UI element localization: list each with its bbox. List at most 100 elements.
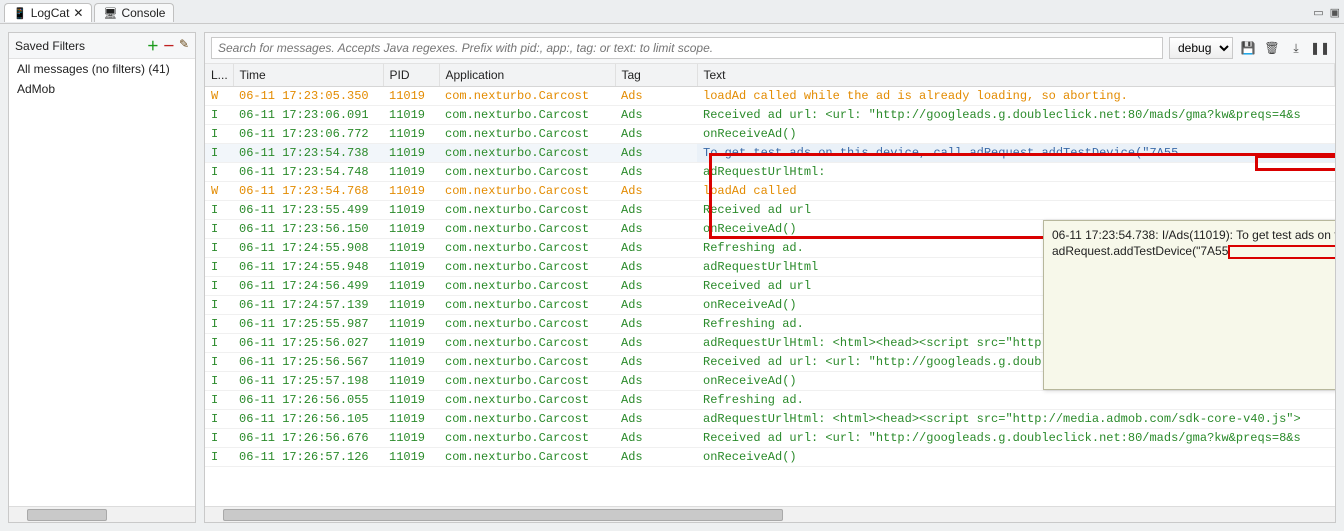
cell-pid: 11019 <box>383 315 439 334</box>
cell-time: 06-11 17:23:06.091 <box>233 106 383 125</box>
table-row[interactable]: I06-11 17:23:54.74811019com.nexturbo.Car… <box>205 163 1335 182</box>
cell-tag: Ads <box>615 201 697 220</box>
cell-pid: 11019 <box>383 87 439 106</box>
cell-pid: 11019 <box>383 391 439 410</box>
cell-pid: 11019 <box>383 258 439 277</box>
cell-l: I <box>205 372 233 391</box>
cell-time: 06-11 17:24:55.908 <box>233 239 383 258</box>
cell-l: I <box>205 410 233 429</box>
tab-logcat[interactable]: 📱 LogCat ✕ <box>4 3 92 22</box>
edit-filter-icon[interactable]: ✎ <box>179 37 189 54</box>
tab-console[interactable]: 🖥 Console <box>94 3 174 22</box>
cell-time: 06-11 17:26:56.676 <box>233 429 383 448</box>
cell-time: 06-11 17:25:55.987 <box>233 315 383 334</box>
clear-log-icon[interactable]: 🗑 <box>1263 39 1281 57</box>
table-row[interactable]: I06-11 17:26:56.05511019com.nexturbo.Car… <box>205 391 1335 410</box>
table-row[interactable]: I06-11 17:23:54.73811019com.nexturbo.Car… <box>205 144 1335 163</box>
saved-filters-title: Saved Filters <box>15 39 85 53</box>
level-select[interactable]: debug <box>1169 37 1233 59</box>
table-row[interactable]: I06-11 17:26:56.10511019com.nexturbo.Car… <box>205 410 1335 429</box>
cell-pid: 11019 <box>383 239 439 258</box>
filter-item-admob[interactable]: AdMob <box>9 79 195 99</box>
table-row[interactable]: W06-11 17:23:54.76811019com.nexturbo.Car… <box>205 182 1335 201</box>
cell-pid: 11019 <box>383 448 439 467</box>
cell-time: 06-11 17:24:56.499 <box>233 277 383 296</box>
cell-time: 06-11 17:23:06.772 <box>233 125 383 144</box>
pause-icon[interactable]: ❚❚ <box>1311 39 1329 57</box>
log-tooltip: 06-11 17:23:54.738: I/Ads(11019): To get… <box>1043 220 1335 390</box>
cell-pid: 11019 <box>383 296 439 315</box>
maximize-icon[interactable]: ▣ <box>1330 6 1340 19</box>
filters-hscroll[interactable] <box>9 506 195 522</box>
cell-app: com.nexturbo.Carcost <box>439 163 615 182</box>
scrollbar-thumb[interactable] <box>223 509 783 521</box>
cell-time: 06-11 17:23:54.768 <box>233 182 383 201</box>
cell-l: I <box>205 296 233 315</box>
col-header-level[interactable]: L... <box>205 64 233 87</box>
search-input[interactable] <box>211 37 1163 59</box>
cell-text: adRequestUrlHtml: <html><head><script sr… <box>697 410 1335 429</box>
cell-app: com.nexturbo.Carcost <box>439 87 615 106</box>
cell-l: I <box>205 220 233 239</box>
cell-tag: Ads <box>615 182 697 201</box>
close-icon[interactable]: ✕ <box>73 6 83 20</box>
remove-filter-icon[interactable]: － <box>163 37 175 54</box>
cell-pid: 11019 <box>383 220 439 239</box>
table-row[interactable]: I06-11 17:23:06.09111019com.nexturbo.Car… <box>205 106 1335 125</box>
col-header-text[interactable]: Text <box>697 64 1335 87</box>
cell-l: I <box>205 239 233 258</box>
tooltip-redaction <box>1228 245 1335 259</box>
cell-text: Refreshing ad. <box>697 391 1335 410</box>
col-header-time[interactable]: Time <box>233 64 383 87</box>
minimize-icon[interactable]: ▭ <box>1313 6 1323 19</box>
cell-tag: Ads <box>615 258 697 277</box>
log-hscroll[interactable] <box>205 506 1335 522</box>
cell-pid: 11019 <box>383 429 439 448</box>
cell-time: 06-11 17:23:05.350 <box>233 87 383 106</box>
cell-time: 06-11 17:24:57.139 <box>233 296 383 315</box>
cell-l: I <box>205 353 233 372</box>
cell-tag: Ads <box>615 410 697 429</box>
device-icon: 📱 <box>13 7 27 20</box>
scroll-lock-icon[interactable]: ⤓ <box>1287 39 1305 57</box>
cell-app: com.nexturbo.Carcost <box>439 220 615 239</box>
cell-l: I <box>205 277 233 296</box>
add-filter-icon[interactable]: ＋ <box>147 37 159 54</box>
cell-app: com.nexturbo.Carcost <box>439 372 615 391</box>
cell-pid: 11019 <box>383 182 439 201</box>
cell-l: I <box>205 201 233 220</box>
cell-text: loadAd called <box>697 182 1335 201</box>
saved-filters-header: Saved Filters ＋ － ✎ <box>9 33 195 59</box>
table-row[interactable]: I06-11 17:23:55.49911019com.nexturbo.Car… <box>205 201 1335 220</box>
cell-app: com.nexturbo.Carcost <box>439 144 615 163</box>
table-header-row: L... Time PID Application Tag Text <box>205 64 1335 87</box>
cell-pid: 11019 <box>383 106 439 125</box>
table-row[interactable]: W06-11 17:23:05.35011019com.nexturbo.Car… <box>205 87 1335 106</box>
cell-text: onReceiveAd() <box>697 125 1335 144</box>
save-log-icon[interactable]: 💾 <box>1239 39 1257 57</box>
scrollbar-thumb[interactable] <box>27 509 107 521</box>
cell-l: I <box>205 163 233 182</box>
cell-tag: Ads <box>615 239 697 258</box>
cell-tag: Ads <box>615 277 697 296</box>
table-row[interactable]: I06-11 17:26:56.67611019com.nexturbo.Car… <box>205 429 1335 448</box>
cell-pid: 11019 <box>383 334 439 353</box>
cell-text: Received ad url <box>697 201 1335 220</box>
tab-bar: 📱 LogCat ✕ 🖥 Console ▭ ▣ <box>0 0 1344 24</box>
cell-l: I <box>205 144 233 163</box>
cell-time: 06-11 17:23:55.499 <box>233 201 383 220</box>
cell-app: com.nexturbo.Carcost <box>439 391 615 410</box>
cell-l: I <box>205 125 233 144</box>
cell-pid: 11019 <box>383 410 439 429</box>
table-row[interactable]: I06-11 17:23:06.77211019com.nexturbo.Car… <box>205 125 1335 144</box>
col-header-pid[interactable]: PID <box>383 64 439 87</box>
cell-pid: 11019 <box>383 353 439 372</box>
col-header-tag[interactable]: Tag <box>615 64 697 87</box>
cell-app: com.nexturbo.Carcost <box>439 277 615 296</box>
cell-tag: Ads <box>615 144 697 163</box>
col-header-app[interactable]: Application <box>439 64 615 87</box>
cell-text: To get test ads on this device, call adR… <box>697 144 1335 163</box>
filter-item-all[interactable]: All messages (no filters) (41) <box>9 59 195 79</box>
cell-l: I <box>205 315 233 334</box>
table-row[interactable]: I06-11 17:26:57.12611019com.nexturbo.Car… <box>205 448 1335 467</box>
